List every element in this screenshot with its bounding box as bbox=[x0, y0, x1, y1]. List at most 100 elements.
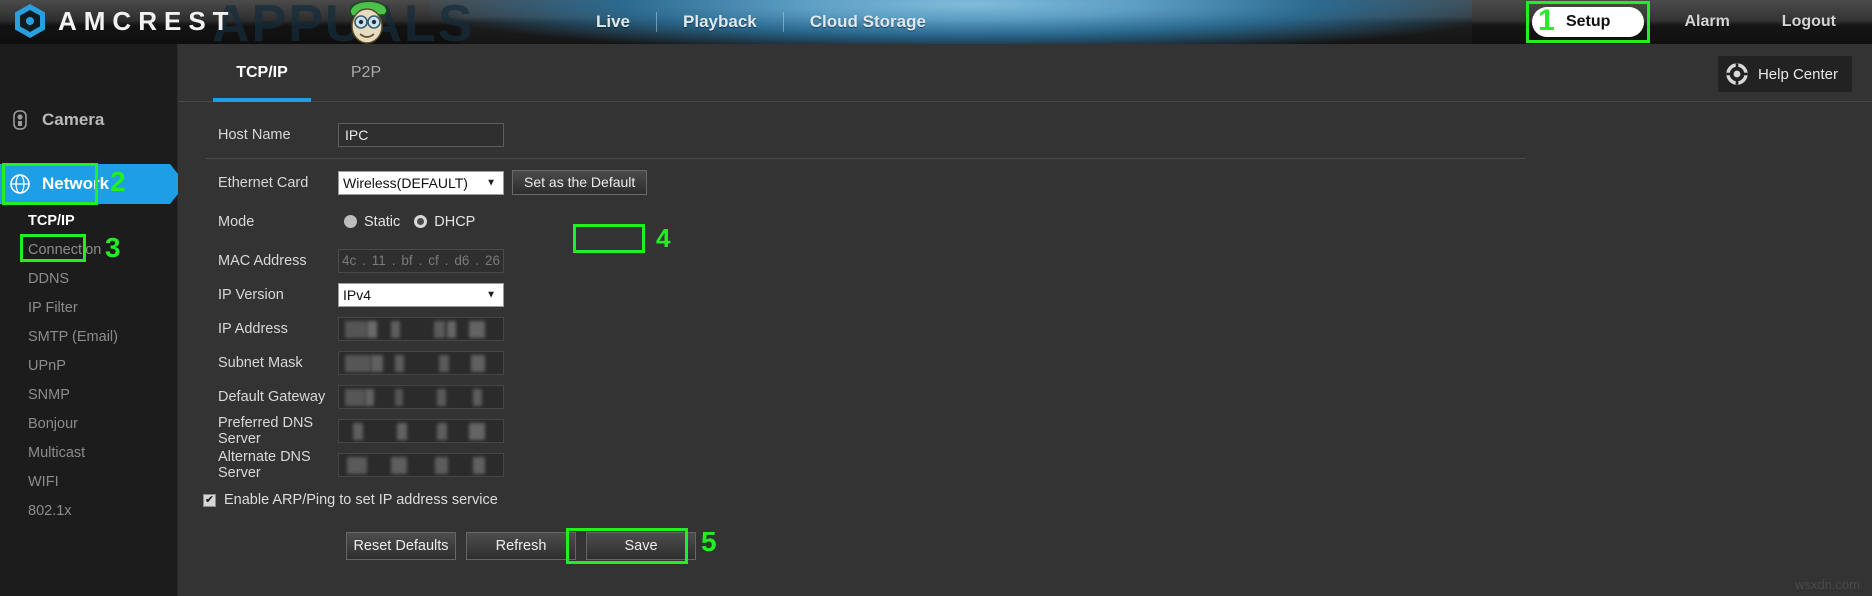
sidebar-item-tcpip[interactable]: TCP/IP bbox=[0, 206, 178, 235]
mac-octet-4: cf bbox=[428, 253, 439, 268]
top-header: APPUALS AMCREST Live Playback Cloud Stor… bbox=[0, 0, 1872, 44]
secondary-nav: Setup Alarm Logout bbox=[1518, 0, 1862, 44]
sidebar-item-ip-filter[interactable]: IP Filter bbox=[0, 293, 178, 322]
chevron-down-icon: ▼ bbox=[486, 289, 496, 300]
tab-p2p[interactable]: P2P bbox=[336, 44, 396, 101]
sidebar-item-8021x[interactable]: 802.1x bbox=[0, 496, 178, 525]
ip-version-label: IP Version bbox=[218, 286, 284, 303]
default-gateway-field[interactable] bbox=[338, 384, 504, 409]
amcrest-web-ui: APPUALS AMCREST Live Playback Cloud Stor… bbox=[0, 0, 1872, 596]
subnet-mask-label: Subnet Mask bbox=[218, 354, 303, 371]
ip-address-field[interactable] bbox=[338, 316, 504, 341]
brand-logo[interactable]: AMCREST bbox=[12, 2, 236, 40]
radio-dhcp-label: DHCP bbox=[434, 213, 476, 230]
footer-watermark: wsxdn.com bbox=[1794, 577, 1860, 592]
mac-octet-3: bf bbox=[401, 253, 413, 268]
sidebar-item-wifi[interactable]: WIFI bbox=[0, 467, 178, 496]
sidebar-item-connection[interactable]: Connection bbox=[0, 235, 178, 264]
mac-octet-5: d6 bbox=[454, 253, 470, 268]
sidebar-group-camera[interactable]: Camera bbox=[0, 100, 177, 140]
nav-live[interactable]: Live bbox=[570, 0, 656, 44]
host-name-label: Host Name bbox=[218, 126, 291, 143]
save-button[interactable]: Save bbox=[586, 532, 696, 560]
camera-icon bbox=[13, 110, 27, 130]
help-center-label: Help Center bbox=[1757, 65, 1838, 83]
primary-nav: Live Playback Cloud Storage bbox=[570, 0, 952, 44]
ip-address-label: IP Address bbox=[218, 320, 288, 337]
sidebar-item-upnp[interactable]: UPnP bbox=[0, 351, 178, 380]
network-icon bbox=[10, 174, 30, 194]
nav-playback[interactable]: Playback bbox=[657, 0, 783, 44]
sidebar-item-multicast[interactable]: Multicast bbox=[0, 438, 178, 467]
content-tabbar: TCP/IP P2P Help Center bbox=[178, 44, 1872, 102]
brand-name: AMCREST bbox=[58, 5, 236, 36]
ethernet-card-select[interactable]: Wireless(DEFAULT) ▼ bbox=[338, 170, 504, 195]
ethernet-card-value: Wireless(DEFAULT) bbox=[343, 174, 468, 191]
mode-label: Mode bbox=[218, 213, 255, 230]
appuals-mascot-icon bbox=[349, 0, 388, 44]
preferred-dns-field[interactable] bbox=[338, 418, 504, 443]
annotation-marker-5: 5 bbox=[701, 526, 717, 557]
amcrest-hexagon-icon bbox=[15, 4, 45, 38]
lifebuoy-icon bbox=[1726, 63, 1748, 85]
form-divider bbox=[206, 158, 1526, 159]
radio-dhcp[interactable] bbox=[414, 215, 428, 228]
sidebar-group-network[interactable]: Network bbox=[0, 164, 186, 204]
arp-ping-checkbox[interactable]: ✔ bbox=[203, 493, 216, 507]
sidebar-item-smtp[interactable]: SMTP (Email) bbox=[0, 322, 178, 351]
nav-cloud-storage[interactable]: Cloud Storage bbox=[784, 0, 952, 44]
chevron-down-icon: ▼ bbox=[486, 177, 496, 188]
mac-address-label: MAC Address bbox=[218, 252, 307, 269]
mac-octet-6: 26 bbox=[484, 253, 500, 268]
main-content: TCP/IP P2P Help Center Host Name IPC Eth… bbox=[178, 44, 1872, 596]
logout-button[interactable]: Logout bbox=[1756, 0, 1862, 44]
row-arp-ping: ✔ Enable ARP/Ping to set IP address serv… bbox=[178, 492, 1872, 508]
left-sidebar: Camera Network 2 TCP/IP Connection DDNS … bbox=[0, 44, 186, 596]
mac-octet-2: 11 bbox=[371, 253, 386, 268]
sidebar-item-snmp[interactable]: SNMP bbox=[0, 380, 178, 409]
form-action-buttons: Reset Defaults Refresh Save 5 bbox=[178, 526, 1872, 564]
annotation-marker-1: 1 bbox=[1538, 4, 1555, 37]
preferred-dns-label: Preferred DNS Server bbox=[218, 414, 314, 447]
sidebar-group-network-label: Network bbox=[42, 174, 110, 193]
ip-version-select[interactable]: IPv4 ▼ bbox=[338, 282, 504, 307]
annotation-marker-3: 3 bbox=[105, 232, 121, 263]
row-mac-address: MAC Address 4c . 11 . bf . cf . d6 . 26 bbox=[178, 246, 1872, 275]
refresh-button[interactable]: Refresh bbox=[466, 532, 576, 560]
host-name-input[interactable] bbox=[338, 122, 504, 147]
mac-sep: . bbox=[444, 253, 449, 268]
ip-version-value: IPv4 bbox=[343, 286, 372, 303]
ethernet-card-label: Ethernet Card bbox=[218, 174, 309, 191]
alternate-dns-label: Alternate DNS Server bbox=[218, 448, 311, 481]
reset-defaults-button[interactable]: Reset Defaults bbox=[346, 532, 456, 560]
row-mode: Mode Static DHCP bbox=[178, 207, 1872, 236]
row-host-name: Host Name bbox=[178, 120, 1872, 149]
row-alternate-dns: Alternate DNS Server bbox=[178, 448, 1872, 481]
arp-ping-label: Enable ARP/Ping to set IP address servic… bbox=[224, 492, 498, 508]
tab-tcpip-label: TCP/IP bbox=[236, 64, 288, 81]
sidebar-item-ddns[interactable]: DDNS bbox=[0, 264, 178, 293]
radio-static-label: Static bbox=[364, 213, 401, 230]
alternate-dns-field[interactable] bbox=[338, 452, 504, 477]
row-preferred-dns: Preferred DNS Server bbox=[178, 414, 1872, 447]
default-gateway-label: Default Gateway bbox=[218, 388, 326, 405]
set-as-default-button[interactable]: Set as the Default bbox=[512, 170, 648, 195]
sidebar-item-bonjour[interactable]: Bonjour bbox=[0, 409, 178, 438]
tab-tcpip[interactable]: TCP/IP bbox=[213, 44, 311, 102]
subnet-mask-field[interactable] bbox=[338, 350, 504, 375]
annotation-marker-4: 4 bbox=[656, 223, 671, 253]
tcpip-settings-form: Host Name Ethernet Card Wireless(DEFAULT… bbox=[178, 102, 1872, 564]
row-ip-address: IP Address bbox=[178, 314, 1872, 343]
mac-sep: . bbox=[475, 253, 480, 268]
sidebar-group-camera-label: Camera bbox=[42, 110, 105, 129]
alarm-button[interactable]: Alarm bbox=[1658, 0, 1755, 44]
help-center-button[interactable]: Help Center bbox=[1717, 56, 1852, 92]
row-ip-version: IP Version IPv4 ▼ bbox=[178, 280, 1872, 309]
mac-octet-1: 4c bbox=[341, 253, 357, 268]
mac-address-field: 4c . 11 . bf . cf . d6 . 26 bbox=[338, 248, 504, 273]
mac-sep: . bbox=[362, 253, 366, 268]
mac-sep: . bbox=[391, 253, 396, 268]
mac-sep: . bbox=[418, 253, 423, 268]
row-subnet-mask: Subnet Mask bbox=[178, 348, 1872, 377]
radio-static[interactable] bbox=[344, 215, 357, 228]
